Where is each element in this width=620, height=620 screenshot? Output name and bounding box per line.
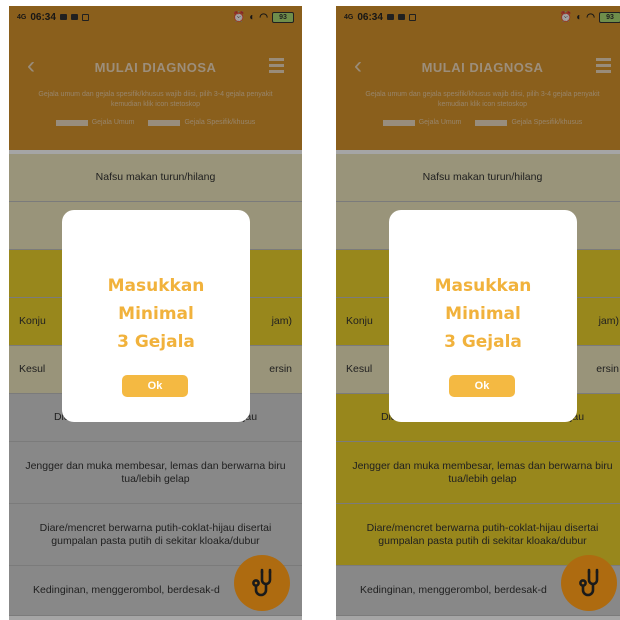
ok-button[interactable]: Ok xyxy=(122,375,188,397)
ok-button[interactable]: Ok xyxy=(449,375,515,397)
phone-screen-left: 4G 06:34 ⏰ ◐ ◠ 93 ‹ MULAI DIAGNOSA Gejal… xyxy=(9,6,302,620)
diagnose-fab-button[interactable] xyxy=(561,555,617,611)
diagnose-fab-button[interactable] xyxy=(234,555,290,611)
stethoscope-icon xyxy=(579,568,599,597)
alert-message: Masukkan Minimal 3 Gejala xyxy=(434,276,532,352)
phone-screen-right: 4G 06:34 ⏰ ◐ ◠ 93 ‹ MULAI DIAGNOSA Gejal… xyxy=(336,6,620,620)
stethoscope-icon xyxy=(252,568,272,597)
alert-dialog: Masukkan Minimal 3 Gejala Ok xyxy=(389,210,577,422)
alert-message: Masukkan Minimal 3 Gejala xyxy=(107,276,205,352)
alert-dialog: Masukkan Minimal 3 Gejala Ok xyxy=(62,210,250,422)
